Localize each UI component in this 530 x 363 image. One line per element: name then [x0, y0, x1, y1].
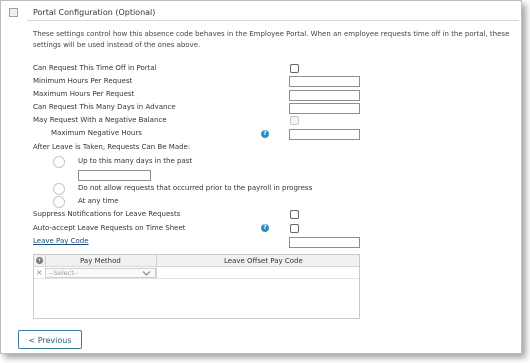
section-description-line1: These settings control how this absence …: [33, 30, 510, 38]
grid-divider: [156, 255, 157, 266]
table-row: × --Select--: [34, 267, 359, 279]
radio-no-prior[interactable]: [53, 183, 65, 195]
add-row-icon[interactable]: +: [36, 257, 43, 264]
days-past-input[interactable]: [78, 170, 151, 181]
auto-accept-label: Auto-accept Leave Requests on Time Sheet: [33, 224, 186, 232]
auto-accept-checkbox[interactable]: [290, 224, 299, 233]
grid-divider: [156, 267, 157, 278]
leave-pay-code-link[interactable]: Leave Pay Code: [33, 237, 89, 245]
col-leave-offset: Leave Offset Pay Code: [224, 257, 303, 265]
delete-row-icon[interactable]: ×: [36, 268, 43, 277]
collapse-toggle[interactable]: [9, 8, 18, 17]
min-hours-label: Minimum Hours Per Request: [33, 77, 133, 85]
max-negative-label: Maximum Negative Hours: [51, 129, 142, 137]
chevron-down-icon: [142, 271, 151, 276]
col-pay-method: Pay Method: [80, 257, 121, 265]
grid-header: + Pay Method Leave Offset Pay Code: [34, 255, 359, 267]
days-advance-input[interactable]: [289, 103, 360, 114]
can-request-label: Can Request This Time Off in Portal: [33, 64, 157, 72]
grid-divider: [45, 255, 46, 266]
section-divider: [27, 20, 519, 21]
negative-balance-checkbox[interactable]: [290, 116, 299, 125]
min-hours-input[interactable]: [289, 76, 360, 87]
suppress-notifications-checkbox[interactable]: [290, 210, 299, 219]
max-negative-help-icon[interactable]: ?: [261, 130, 269, 138]
previous-button[interactable]: < Previous: [18, 330, 82, 349]
pay-method-select[interactable]: --Select--: [45, 268, 156, 278]
max-hours-input[interactable]: [289, 90, 360, 101]
portal-configuration-panel: Portal Configuration (Optional) These se…: [0, 0, 522, 354]
pay-method-select-value: --Select--: [49, 269, 79, 277]
negative-balance-label: May Request With a Negative Balance: [33, 116, 167, 124]
max-hours-label: Maximum Hours Per Request: [33, 90, 135, 98]
days-advance-label: Can Request This Many Days in Advance: [33, 103, 176, 111]
section-title: Portal Configuration (Optional): [33, 8, 156, 17]
max-negative-input[interactable]: [289, 129, 360, 140]
after-leave-label: After Leave is Taken, Requests Can Be Ma…: [33, 143, 191, 151]
section-description-line2: settings will be used instead of the one…: [33, 41, 201, 49]
radio-any-time[interactable]: [53, 196, 65, 208]
suppress-notifications-label: Suppress Notifications for Leave Request…: [33, 210, 181, 218]
can-request-checkbox[interactable]: [290, 64, 299, 73]
leave-pay-code-input[interactable]: [289, 237, 360, 248]
radio-no-prior-label: Do not allow requests that occurred prio…: [78, 184, 313, 192]
radio-any-time-label: At any time: [78, 197, 119, 205]
pay-method-grid: + Pay Method Leave Offset Pay Code × --S…: [33, 254, 360, 319]
radio-up-to-days[interactable]: [53, 156, 65, 168]
radio-up-to-days-label: Up to this many days in the past: [78, 157, 193, 165]
auto-accept-help-icon[interactable]: ?: [261, 224, 269, 232]
